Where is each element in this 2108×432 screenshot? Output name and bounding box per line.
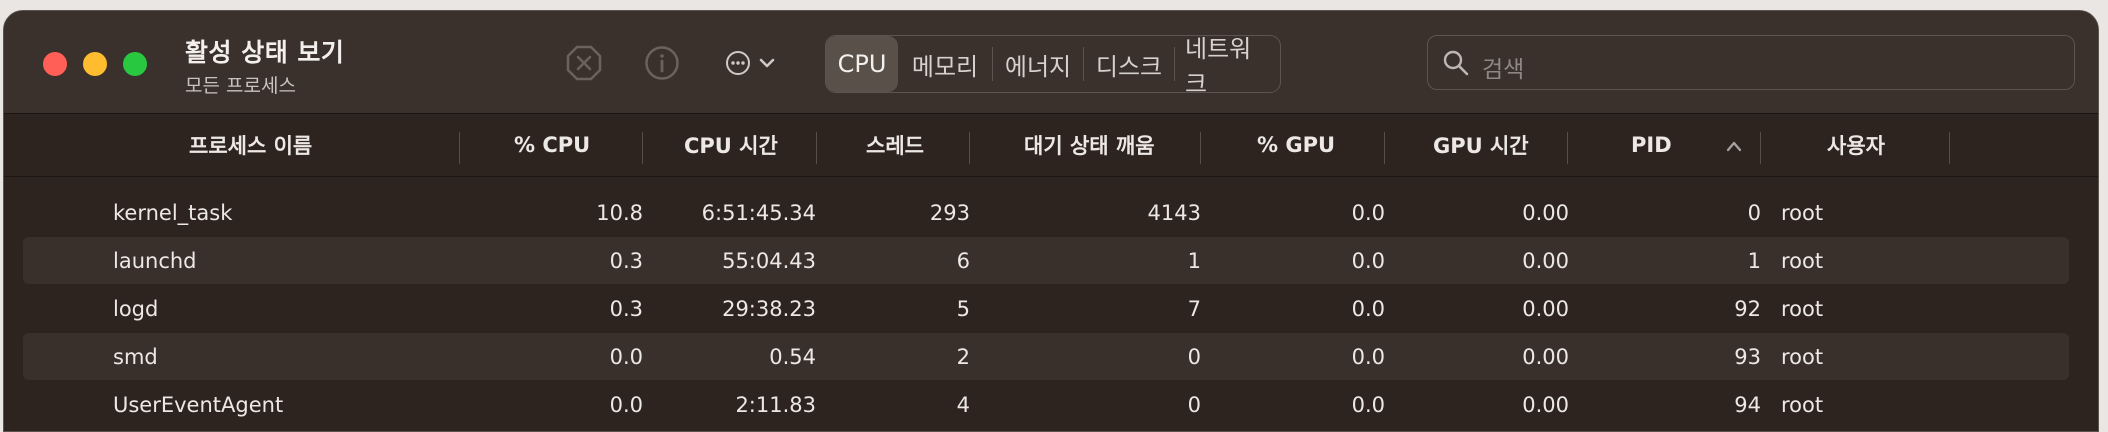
process-name: UserEventAgent: [113, 392, 284, 417]
gpu-percent: 0.0: [1351, 392, 1385, 417]
process-name: logd: [113, 296, 159, 321]
column-header-idle-wakeups[interactable]: 대기 상태 깨움: [1024, 114, 1155, 176]
gpu-time: 0.00: [1522, 296, 1569, 321]
cpu-time: 55:04.43: [722, 248, 816, 273]
process-name: kernel_task: [113, 200, 233, 225]
threads: 293: [929, 200, 970, 225]
gpu-time: 0.00: [1522, 248, 1569, 273]
x-octagon-icon: [566, 45, 602, 81]
idle-wakeups: 0: [1187, 344, 1201, 369]
tab-memory[interactable]: 메모리: [898, 36, 992, 92]
sort-ascending-icon: [1726, 137, 1742, 156]
column-header-cpu-percent[interactable]: % CPU: [514, 114, 590, 176]
window-title: 활성 상태 보기: [185, 38, 345, 67]
gpu-time: 0.00: [1522, 392, 1569, 417]
column-divider[interactable]: [459, 132, 460, 164]
minimize-button[interactable]: [83, 52, 107, 76]
column-divider[interactable]: [816, 132, 817, 164]
cpu-time: 6:51:45.34: [701, 200, 816, 225]
pid: 0: [1747, 200, 1761, 225]
table-row[interactable]: smd 0.0 0.54 2 0 0.0 0.00 93 root: [23, 333, 2069, 380]
idle-wakeups: 1: [1187, 248, 1201, 273]
threads: 4: [956, 392, 970, 417]
threads: 6: [956, 248, 970, 273]
column-header-gpu-time[interactable]: GPU 시간: [1433, 114, 1529, 176]
column-divider[interactable]: [969, 132, 970, 164]
user: root: [1781, 344, 1824, 369]
pid: 92: [1734, 296, 1761, 321]
cpu-time: 2:11.83: [735, 392, 816, 417]
table-header: 프로세스 이름 % CPU CPU 시간 스레드 대기 상태 깨움 % GPU …: [4, 114, 2098, 177]
close-button[interactable]: [43, 52, 67, 76]
idle-wakeups: 7: [1187, 296, 1201, 321]
pid: 93: [1734, 344, 1761, 369]
column-divider[interactable]: [1949, 132, 1950, 164]
idle-wakeups: 0: [1187, 392, 1201, 417]
zoom-button[interactable]: [123, 52, 147, 76]
column-divider[interactable]: [1760, 132, 1761, 164]
threads: 2: [956, 344, 970, 369]
view-tabs: CPU 메모리 에너지 디스크 네트워크: [825, 35, 1281, 93]
search-placeholder: 검색: [1482, 57, 1525, 83]
pid: 94: [1734, 392, 1761, 417]
activity-monitor-window: 활성 상태 보기 모든 프로세스 CPU 메모리 에너지 디스크 네트워크 검색…: [3, 10, 2099, 432]
idle-wakeups: 4143: [1147, 200, 1201, 225]
tab-energy[interactable]: 에너지: [993, 36, 1083, 92]
process-name: smd: [113, 344, 158, 369]
process-name: launchd: [113, 248, 197, 273]
threads: 5: [956, 296, 970, 321]
cpu-time: 0.54: [769, 344, 816, 369]
tab-network[interactable]: 네트워크: [1175, 36, 1279, 92]
column-divider[interactable]: [1567, 132, 1568, 164]
column-header-pid[interactable]: PID: [1631, 114, 1672, 176]
cpu-time: 29:38.23: [722, 296, 816, 321]
chevron-down-icon: [759, 57, 775, 69]
titlebar: 활성 상태 보기 모든 프로세스 CPU 메모리 에너지 디스크 네트워크 검색: [4, 11, 2098, 114]
column-divider[interactable]: [1384, 132, 1385, 164]
table-row[interactable]: launchd 0.3 55:04.43 6 1 0.0 0.00 1 root: [23, 237, 2069, 284]
window-subtitle[interactable]: 모든 프로세스: [185, 71, 296, 98]
column-divider[interactable]: [642, 132, 643, 164]
column-header-cpu-time[interactable]: CPU 시간: [684, 114, 778, 176]
column-divider[interactable]: [1200, 132, 1201, 164]
user: root: [1781, 392, 1824, 417]
table-row[interactable]: logd 0.3 29:38.23 5 7 0.0 0.00 92 root: [23, 285, 2069, 332]
inspect-process-button[interactable]: [642, 43, 682, 83]
column-header-gpu-percent[interactable]: % GPU: [1257, 114, 1335, 176]
gpu-percent: 0.0: [1351, 200, 1385, 225]
pid: 1: [1747, 248, 1761, 273]
tab-disk[interactable]: 디스크: [1084, 36, 1174, 92]
user: root: [1781, 248, 1824, 273]
stop-process-button[interactable]: [564, 43, 604, 83]
table-row[interactable]: kernel_task 10.8 6:51:45.34 293 4143 0.0…: [23, 189, 2069, 236]
user: root: [1781, 296, 1824, 321]
user: root: [1781, 200, 1824, 225]
ellipsis-circle-icon: [725, 50, 751, 76]
gpu-time: 0.00: [1522, 200, 1569, 225]
gpu-percent: 0.0: [1351, 344, 1385, 369]
column-header-process-name[interactable]: 프로세스 이름: [189, 114, 312, 176]
more-actions-menu[interactable]: [720, 43, 780, 83]
gpu-time: 0.00: [1522, 344, 1569, 369]
info-circle-icon: [644, 45, 680, 81]
search-field[interactable]: 검색: [1427, 35, 2075, 90]
search-icon: [1442, 49, 1470, 81]
tab-cpu[interactable]: CPU: [826, 36, 898, 92]
gpu-percent: 0.0: [1351, 248, 1385, 273]
column-header-user[interactable]: 사용자: [1827, 114, 1885, 176]
column-header-threads[interactable]: 스레드: [866, 114, 924, 176]
table-row[interactable]: UserEventAgent 0.0 2:11.83 4 0 0.0 0.00 …: [23, 381, 2069, 428]
gpu-percent: 0.0: [1351, 296, 1385, 321]
